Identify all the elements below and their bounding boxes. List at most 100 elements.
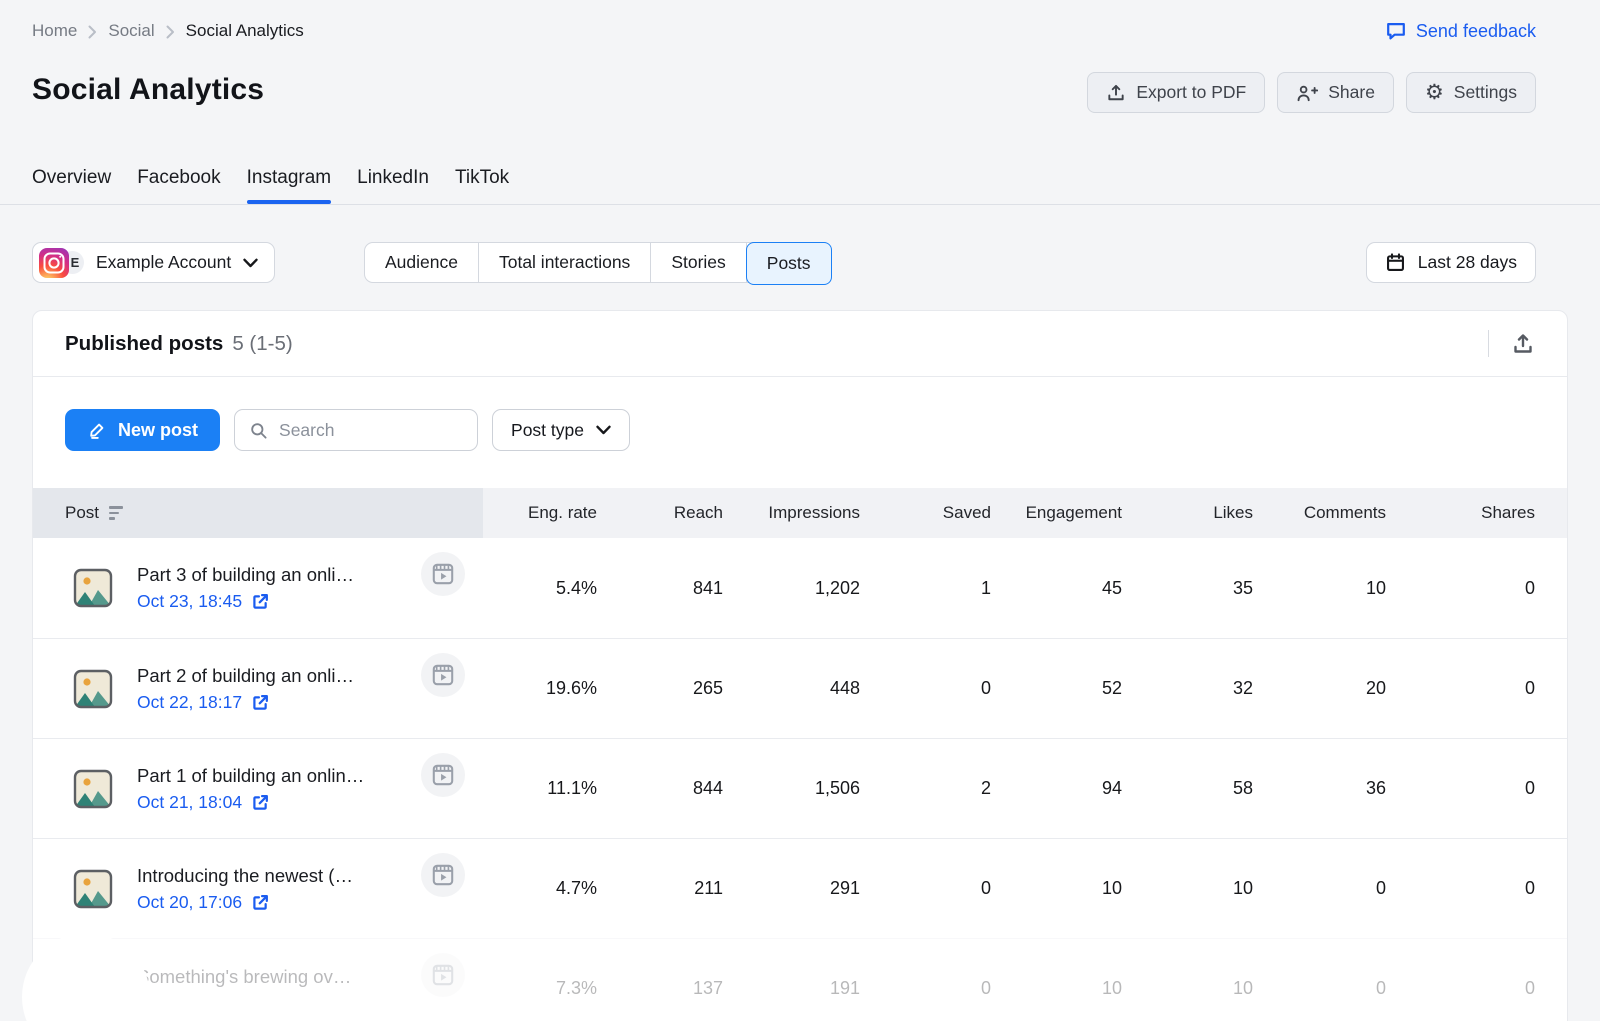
cell-reach: 844 <box>597 739 723 838</box>
network-tabs: Overview Facebook Instagram LinkedIn Tik… <box>32 167 509 204</box>
cell-eng-rate: 11.1% <box>483 739 597 838</box>
post-type-dropdown[interactable]: Post type <box>492 409 630 451</box>
search-icon <box>249 421 268 440</box>
new-post-button[interactable]: New post <box>65 409 220 451</box>
post-cell: Part 3 of building an onli… Oct 23, 18:4… <box>33 538 483 638</box>
post-thumbnail-icon <box>73 568 113 608</box>
cell-comments: 36 <box>1253 739 1386 838</box>
cell-reach: 211 <box>597 839 723 938</box>
calendar-icon <box>1385 252 1406 273</box>
tab-overview[interactable]: Overview <box>32 167 111 204</box>
instagram-icon <box>39 248 69 278</box>
table-row[interactable]: Part 2 of building an onli… Oct 22, 18:1… <box>33 638 1567 738</box>
cell-shares: 0 <box>1386 739 1535 838</box>
external-link-icon <box>251 592 270 611</box>
cell-shares: 0 <box>1386 538 1535 638</box>
cell-saved: 0 <box>860 939 991 1021</box>
reel-icon <box>421 653 465 697</box>
cell-engagement: 52 <box>991 639 1122 738</box>
gear-icon: ⚙ <box>1425 82 1444 103</box>
cell-engagement: 10 <box>991 839 1122 938</box>
post-cell: Part 2 of building an onli… Oct 22, 18:1… <box>33 639 483 738</box>
export-icon <box>1106 83 1126 103</box>
account-name: Example Account <box>96 252 231 273</box>
cell-impressions: 191 <box>723 939 860 1021</box>
cell-reach: 137 <box>597 939 723 1021</box>
post-date-link[interactable]: Oct 21, 18:04 <box>137 792 364 813</box>
cell-reach: 265 <box>597 639 723 738</box>
segment-audience[interactable]: Audience <box>365 243 479 282</box>
cell-impressions: 1,506 <box>723 739 860 838</box>
post-cell: Introducing the newest (… Oct 20, 17:06 <box>33 839 483 938</box>
post-title: Something's brewing ov… <box>137 966 351 988</box>
post-thumbnail-icon <box>73 869 113 909</box>
column-reach[interactable]: Reach <box>597 488 723 538</box>
table-row[interactable]: Part 3 of building an onli… Oct 23, 18:4… <box>33 538 1567 638</box>
cell-saved: 0 <box>860 639 991 738</box>
export-to-pdf-button[interactable]: Export to PDF <box>1087 72 1265 113</box>
cell-reach: 841 <box>597 538 723 638</box>
chevron-right-icon <box>88 25 97 39</box>
column-likes[interactable]: Likes <box>1122 488 1253 538</box>
segment-total-interactions[interactable]: Total interactions <box>479 243 651 282</box>
chevron-down-icon <box>596 425 611 435</box>
cell-impressions: 291 <box>723 839 860 938</box>
cell-likes: 10 <box>1122 939 1253 1021</box>
chevron-down-icon <box>243 258 258 268</box>
column-eng-rate[interactable]: Eng. rate <box>483 488 597 538</box>
external-link-icon <box>251 693 270 712</box>
account-selector[interactable]: E Example Account <box>32 242 275 283</box>
cell-likes: 10 <box>1122 839 1253 938</box>
column-comments[interactable]: Comments <box>1253 488 1386 538</box>
post-date-link[interactable]: Oct 20, 17:06 <box>137 892 353 913</box>
breadcrumb: Home Social Social Analytics <box>32 21 304 41</box>
column-engagement[interactable]: Engagement <box>991 488 1122 538</box>
card-header: Published posts 5 (1-5) <box>33 311 1567 376</box>
post-date-link[interactable]: Oct 22, 18:17 <box>137 692 354 713</box>
person-plus-icon <box>1296 83 1318 103</box>
tabs-divider <box>0 204 1600 205</box>
external-link-icon <box>251 793 270 812</box>
tab-facebook[interactable]: Facebook <box>137 167 220 204</box>
column-saved[interactable]: Saved <box>860 488 991 538</box>
search-input[interactable] <box>279 420 463 441</box>
column-post[interactable]: Post <box>33 488 483 538</box>
cell-comments: 10 <box>1253 538 1386 638</box>
chevron-right-icon <box>166 25 175 39</box>
table-header: Post Eng. rate Reach Impressions Saved E… <box>33 488 1567 538</box>
tab-instagram[interactable]: Instagram <box>247 167 331 204</box>
table-row[interactable]: Part 1 of building an onlin… Oct 21, 18:… <box>33 738 1567 838</box>
cell-shares: 0 <box>1386 939 1535 1021</box>
post-title: Part 3 of building an onli… <box>137 564 354 586</box>
cell-engagement: 94 <box>991 739 1122 838</box>
breadcrumb-home[interactable]: Home <box>32 21 77 41</box>
reel-icon <box>421 753 465 797</box>
table-row[interactable]: Introducing the newest (… Oct 20, 17:06 … <box>33 838 1567 938</box>
search-box <box>234 409 478 451</box>
tab-linkedin[interactable]: LinkedIn <box>357 167 429 204</box>
column-shares[interactable]: Shares <box>1386 488 1535 538</box>
cell-impressions: 448 <box>723 639 860 738</box>
cell-comments: 20 <box>1253 639 1386 738</box>
cell-impressions: 1,202 <box>723 538 860 638</box>
sort-icon <box>109 506 123 520</box>
cell-eng-rate: 4.7% <box>483 839 597 938</box>
date-range-selector[interactable]: Last 28 days <box>1366 242 1536 283</box>
send-feedback-link[interactable]: Send feedback <box>1385 20 1536 42</box>
share-button[interactable]: Share <box>1277 72 1394 113</box>
settings-button[interactable]: ⚙ Settings <box>1406 72 1536 113</box>
post-title: Part 2 of building an onli… <box>137 665 354 687</box>
segment-stories[interactable]: Stories <box>651 243 746 282</box>
export-table-icon[interactable] <box>1511 332 1535 356</box>
cell-eng-rate: 19.6% <box>483 639 597 738</box>
column-impressions[interactable]: Impressions <box>723 488 860 538</box>
tab-tiktok[interactable]: TikTok <box>455 167 509 204</box>
segment-posts[interactable]: Posts <box>746 242 832 285</box>
post-cell: Part 1 of building an onlin… Oct 21, 18:… <box>33 739 483 838</box>
table-row[interactable]: Something's brewing ov… 7.3% 137 191 0 1… <box>33 938 1567 1021</box>
post-date-link[interactable]: Oct 23, 18:45 <box>137 591 354 612</box>
breadcrumb-social[interactable]: Social <box>108 21 154 41</box>
cell-shares: 0 <box>1386 639 1535 738</box>
external-link-icon <box>251 893 270 912</box>
cell-eng-rate: 7.3% <box>483 939 597 1021</box>
